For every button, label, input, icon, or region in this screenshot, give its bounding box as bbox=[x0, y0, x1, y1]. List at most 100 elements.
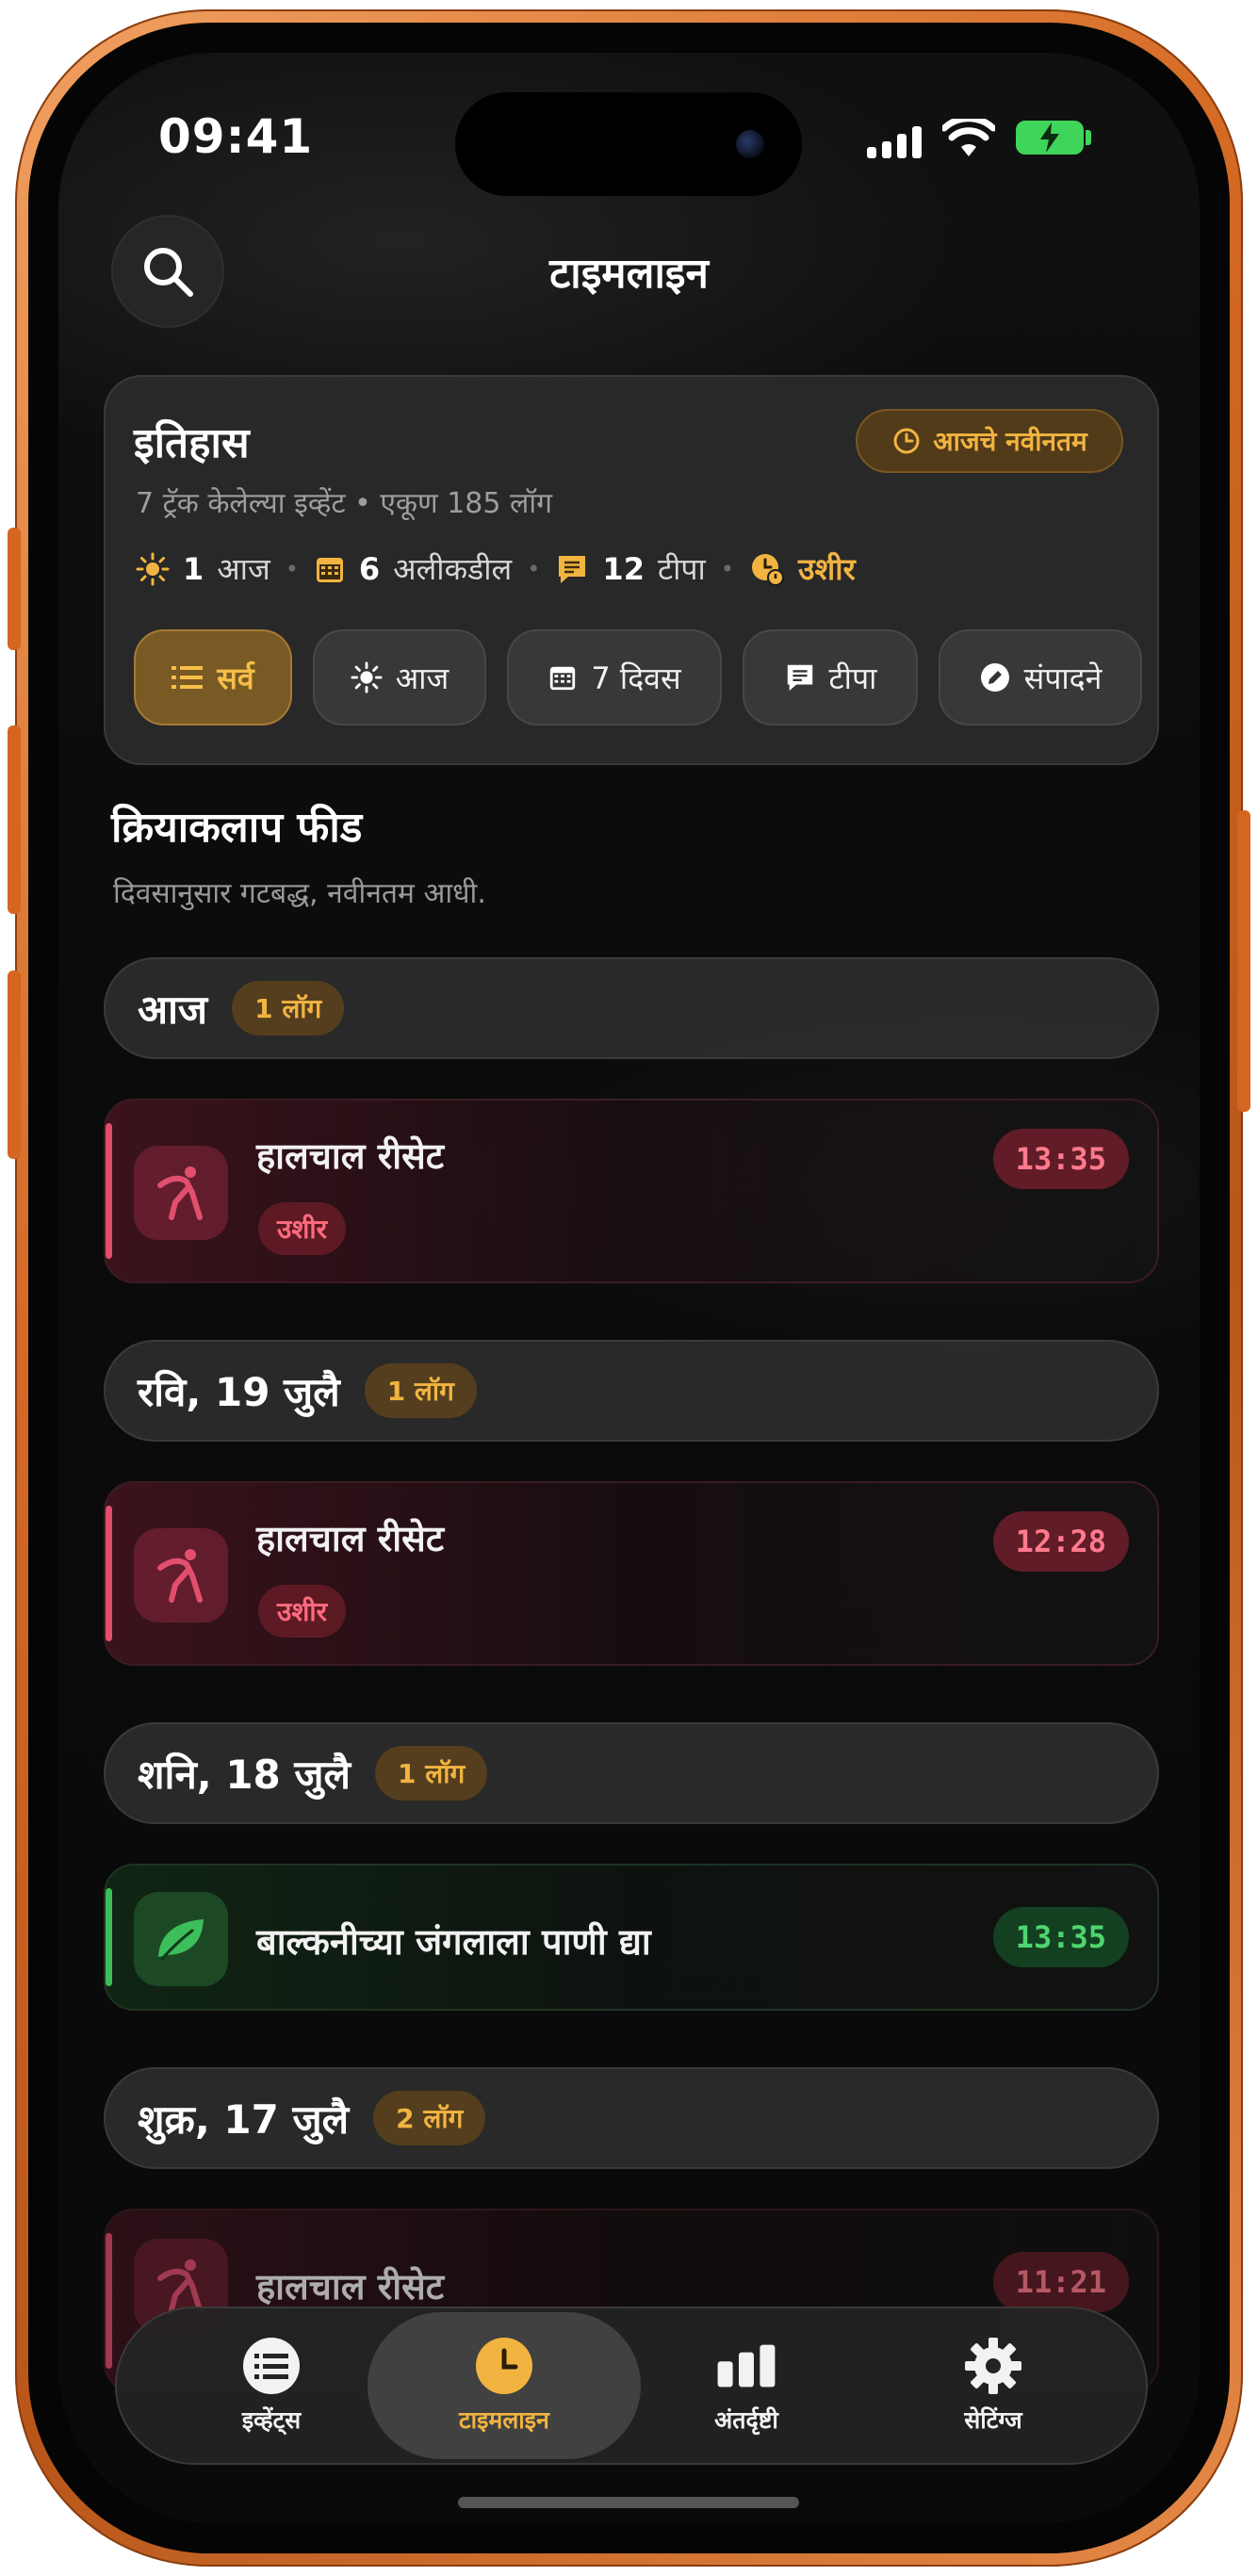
home-indicator[interactable] bbox=[458, 2497, 799, 2508]
stat-today: 1 आज bbox=[136, 548, 270, 589]
late-badge: उशीर bbox=[258, 1202, 347, 1255]
stat-notes-count: 12 bbox=[602, 550, 645, 587]
cellular-signal-icon bbox=[867, 126, 922, 158]
stat-notes: 12 टीपा bbox=[555, 548, 706, 589]
day-group-label: आज bbox=[138, 986, 208, 1033]
filter-edits-chip[interactable]: संपादने bbox=[939, 629, 1142, 726]
stats-row: 1 आज • 6 अलीकडील • 12 टीपा • उशीर bbox=[136, 548, 856, 589]
log-entry[interactable]: हालचाल रीसेट उशीर 12:28 bbox=[104, 1481, 1159, 1666]
filter-edits-label: संपादने bbox=[1023, 660, 1103, 696]
battery-nub bbox=[1086, 130, 1091, 145]
calendar-icon bbox=[316, 557, 343, 582]
stat-late-label: उशीर bbox=[798, 551, 856, 587]
entry-title: हालचाल रीसेट bbox=[256, 1518, 444, 1559]
filter-row: सर्व आज 7 दिवस टीपा संपादने bbox=[134, 629, 1142, 726]
day-group-header[interactable]: रवि, 19 जुलै 1 लॉग bbox=[104, 1340, 1159, 1442]
filter-7days-chip[interactable]: 7 दिवस bbox=[507, 629, 722, 726]
sun-icon bbox=[351, 661, 383, 693]
stat-today-label: आज bbox=[217, 551, 270, 587]
action-button bbox=[8, 528, 21, 650]
stat-recent: 6 अलीकडील bbox=[314, 548, 512, 589]
stat-today-count: 1 bbox=[183, 550, 204, 587]
tab-timeline[interactable]: टाइमलाइन bbox=[368, 2312, 641, 2459]
entry-icon-box bbox=[134, 1528, 228, 1622]
tab-events[interactable]: इव्हेंट्स bbox=[149, 2312, 394, 2459]
screen: 09:41 टाइमलाइन इतिहास आजचे नवीनतम 7 ट्रॅ… bbox=[58, 53, 1200, 2523]
wifi-icon bbox=[942, 119, 995, 156]
camera-icon bbox=[736, 130, 764, 158]
feed-subtitle: दिवसानुसार गटबद्ध, नवीनतम आधी. bbox=[113, 877, 486, 910]
status-bar-ok bbox=[106, 1888, 112, 1986]
history-title: इतिहास bbox=[134, 419, 250, 467]
log-count-badge: 1 लॉग bbox=[375, 1746, 488, 1801]
clock-icon bbox=[476, 2338, 532, 2394]
volume-up-button bbox=[8, 726, 21, 914]
day-group-header[interactable]: शुक्र, 17 जुलै 2 लॉग bbox=[104, 2067, 1159, 2169]
tab-settings[interactable]: सेटिंग्ज bbox=[871, 2312, 1116, 2459]
late-clock-icon bbox=[752, 553, 784, 586]
separator-dot: • bbox=[720, 555, 734, 582]
stat-late: उशीर bbox=[749, 548, 856, 589]
entry-title: हालचाल रीसेट bbox=[256, 1135, 444, 1177]
newest-today-label: आजचे नवीनतम bbox=[933, 426, 1087, 457]
entry-time: 11:21 bbox=[992, 2252, 1129, 2312]
charging-bolt-icon bbox=[1040, 122, 1059, 153]
log-entry[interactable]: हालचाल रीसेट उशीर 13:35 bbox=[104, 1099, 1159, 1283]
entry-time: 13:35 bbox=[992, 1129, 1129, 1189]
page-title: टाइमलाइन bbox=[549, 250, 709, 298]
tab-insights[interactable]: अंतर्दृष्टी bbox=[624, 2312, 869, 2459]
tab-settings-label: सेटिंग्ज bbox=[964, 2406, 1022, 2434]
feed-title: क्रियाकलाप फीड bbox=[111, 804, 363, 852]
log-entry[interactable]: बाल्कनीच्या जंगलाला पाणी द्या 13:35 bbox=[104, 1864, 1159, 2011]
bar-chart-icon bbox=[717, 2344, 776, 2388]
power-button bbox=[1237, 810, 1250, 1112]
gear-icon bbox=[965, 2338, 1021, 2394]
day-group-header[interactable]: आज 1 लॉग bbox=[104, 957, 1159, 1059]
note-icon bbox=[559, 555, 586, 583]
entry-time: 12:28 bbox=[992, 1511, 1129, 1572]
filter-today-label: आज bbox=[395, 660, 449, 696]
entry-icon-box bbox=[134, 1146, 228, 1240]
filter-today-chip[interactable]: आज bbox=[313, 629, 486, 726]
stat-recent-label: अलीकडील bbox=[393, 551, 513, 587]
status-bar-late bbox=[106, 2233, 112, 2369]
entry-title: बाल्कनीच्या जंगलाला पाणी द्या bbox=[256, 1921, 651, 1963]
status-bar-late bbox=[106, 1506, 112, 1641]
newest-today-button[interactable]: आजचे नवीनतम bbox=[856, 409, 1123, 473]
calendar-icon bbox=[550, 666, 576, 691]
sun-icon bbox=[136, 552, 170, 585]
log-count-badge: 1 लॉग bbox=[232, 981, 345, 1035]
tab-timeline-label: टाइमलाइन bbox=[459, 2406, 549, 2434]
tab-insights-label: अंतर्दृष्टी bbox=[714, 2406, 778, 2434]
log-count-badge: 1 लॉग bbox=[364, 1363, 477, 1418]
filter-7days-label: 7 दिवस bbox=[591, 660, 681, 696]
entry-time: 13:35 bbox=[992, 1907, 1129, 1967]
filter-all-label: सर्व bbox=[217, 660, 254, 696]
status-bar-late bbox=[106, 1123, 112, 1259]
clock-icon bbox=[893, 428, 920, 454]
separator-dot: • bbox=[527, 555, 541, 582]
day-group-label: शुक्र, 17 जुलै bbox=[138, 2095, 350, 2143]
day-group-header[interactable]: शनि, 18 जुलै 1 लॉग bbox=[104, 1722, 1159, 1824]
volume-down-button bbox=[8, 970, 21, 1159]
list-circle-icon bbox=[243, 2338, 300, 2394]
day-group-label: रवि, 19 जुलै bbox=[138, 1368, 340, 1415]
filter-notes-label: टीपा bbox=[828, 660, 877, 696]
stretch-figure-icon bbox=[157, 2259, 203, 2313]
log-count-badge: 2 लॉग bbox=[373, 2091, 486, 2145]
entry-title: हालचाल रीसेट bbox=[256, 2266, 444, 2307]
filter-notes-chip[interactable]: टीपा bbox=[743, 629, 918, 726]
status-time: 09:41 bbox=[158, 109, 314, 164]
stat-notes-label: टीपा bbox=[657, 551, 706, 587]
list-icon bbox=[172, 666, 204, 689]
history-subtitle: 7 ट्रॅक केलेल्या इव्हेंट • एकूण 185 लॉग bbox=[136, 487, 552, 520]
tab-events-label: इव्हेंट्स bbox=[241, 2406, 302, 2434]
stat-recent-count: 6 bbox=[358, 550, 381, 587]
leaf-icon bbox=[158, 1919, 204, 1961]
edit-icon bbox=[980, 663, 1009, 692]
stretch-figure-icon bbox=[157, 1166, 203, 1220]
dynamic-island bbox=[455, 92, 802, 196]
entry-icon-box bbox=[134, 1892, 228, 1986]
late-badge: उशीर bbox=[258, 1585, 347, 1638]
filter-all-chip[interactable]: सर्व bbox=[134, 629, 292, 726]
